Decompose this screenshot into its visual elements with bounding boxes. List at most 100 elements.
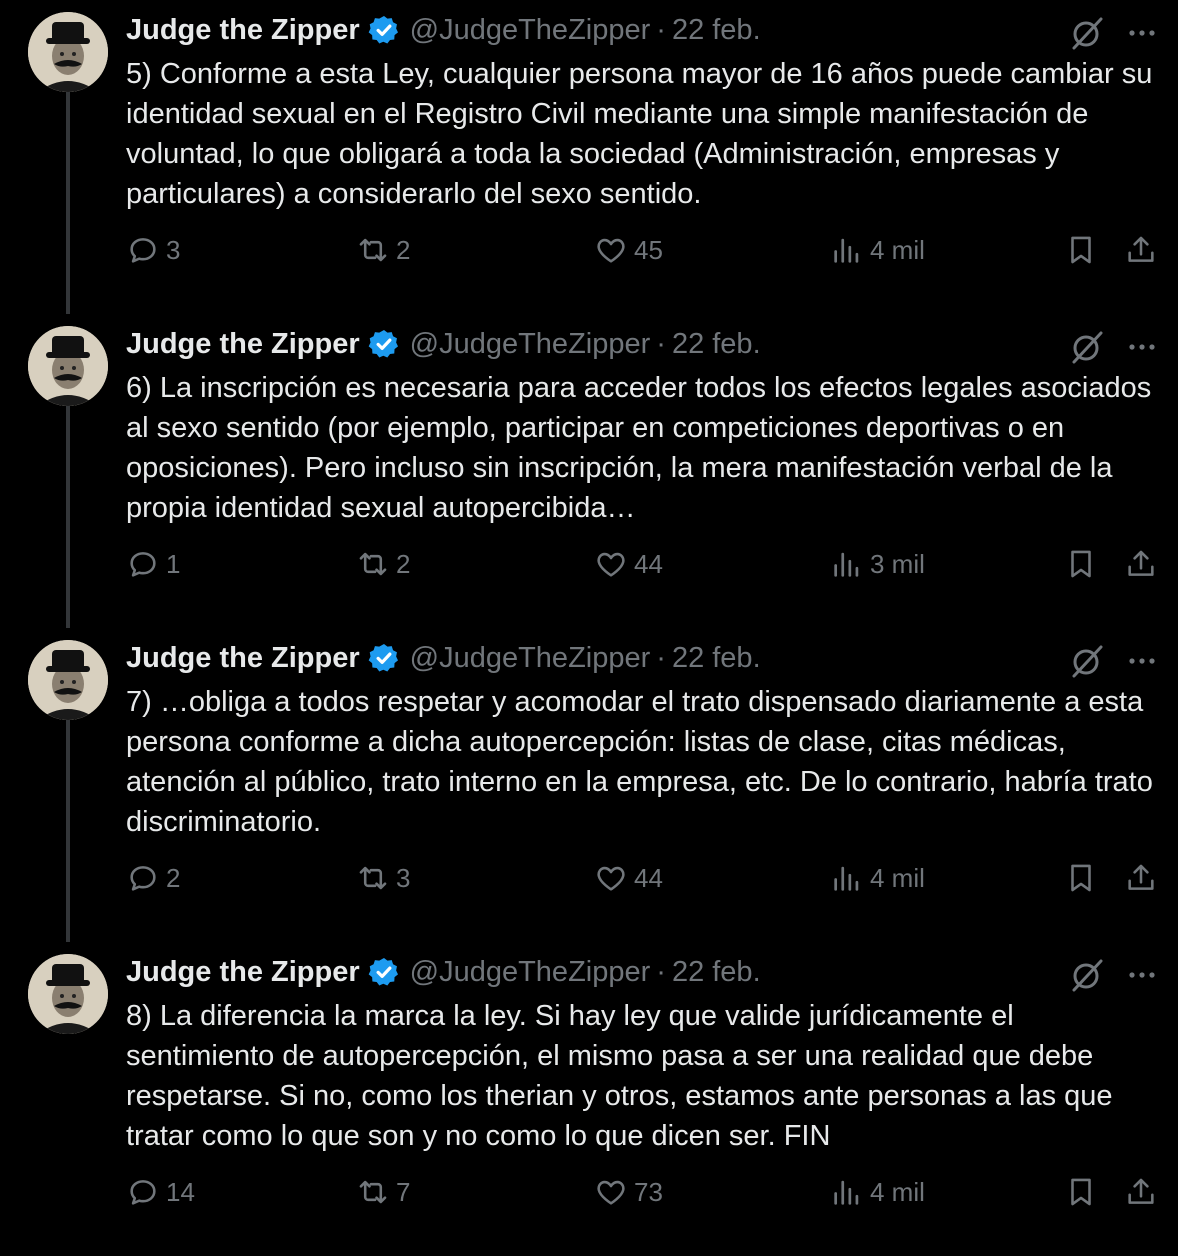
views-count: 4 mil: [870, 1176, 925, 1207]
separator: ·: [656, 955, 666, 988]
views-count: 4 mil: [870, 234, 925, 265]
like-icon: [597, 866, 625, 891]
retweet-count: 2: [396, 234, 411, 265]
verified-badge-icon: [368, 642, 400, 674]
verified-badge-icon: [368, 14, 400, 46]
tweet-date[interactable]: 22 feb.: [672, 956, 761, 989]
like-button[interactable]: 73: [594, 1170, 663, 1214]
bookmark-icon: [1071, 550, 1091, 578]
reply-button[interactable]: 14: [126, 1170, 195, 1214]
author-name[interactable]: Judge the Zipper: [126, 956, 360, 989]
bookmark-button[interactable]: [1064, 228, 1104, 272]
retweet-icon: [359, 1180, 387, 1204]
grok-icon[interactable]: [1068, 956, 1106, 994]
views-icon: [834, 866, 859, 891]
bookmark-button[interactable]: [1064, 1170, 1104, 1214]
author-handle[interactable]: @JudgeTheZipper: [410, 14, 651, 47]
avatar[interactable]: [28, 12, 108, 92]
reply-button[interactable]: 3: [126, 228, 180, 272]
avatar[interactable]: [28, 326, 108, 406]
more-icon[interactable]: [1124, 960, 1160, 990]
author-handle[interactable]: @JudgeTheZipper: [410, 328, 651, 361]
share-button[interactable]: [1124, 856, 1164, 900]
reply-icon: [130, 238, 156, 263]
more-icon[interactable]: [1124, 332, 1160, 362]
retweet-button[interactable]: 7: [356, 1170, 410, 1214]
reply-icon: [130, 552, 156, 577]
reply-count: 2: [166, 862, 181, 893]
grok-icon[interactable]: [1068, 328, 1106, 366]
author-handle[interactable]: @JudgeTheZipper: [410, 642, 651, 675]
thread-line: [66, 92, 70, 314]
views-icon: [834, 238, 859, 263]
tweet-actions: 2 3 44 4 mil: [0, 856, 1178, 900]
tweet-text: 5) Conforme a esta Ley, cualquier person…: [126, 58, 1153, 210]
like-button[interactable]: 45: [594, 228, 663, 272]
retweet-icon: [359, 238, 387, 262]
tweet[interactable]: Judge the Zipper @JudgeTheZipper · 22 fe…: [0, 0, 1178, 314]
reply-button[interactable]: 2: [126, 856, 180, 900]
more-icon[interactable]: [1124, 646, 1160, 676]
views-icon: [834, 1180, 859, 1205]
share-button[interactable]: [1124, 542, 1164, 586]
retweet-count: 3: [396, 862, 411, 893]
share-icon: [1128, 864, 1154, 890]
avatar[interactable]: [28, 640, 108, 720]
grok-icon[interactable]: [1068, 14, 1106, 52]
tweet-text: 8) La diferencia la marca la ley. Si hay…: [126, 1000, 1113, 1152]
avatar-portrait: [28, 954, 108, 1034]
tweet-text: 7) …obliga a todos respetar y acomodar e…: [126, 686, 1153, 838]
tweet-header: Judge the Zipper @JudgeTheZipper · 22 fe…: [126, 638, 761, 678]
share-icon: [1128, 550, 1154, 576]
thread-line: [66, 406, 70, 628]
separator: ·: [656, 13, 666, 46]
avatar-portrait: [28, 326, 108, 406]
bookmark-button[interactable]: [1064, 856, 1104, 900]
like-icon: [597, 238, 625, 263]
retweet-button[interactable]: 2: [356, 542, 410, 586]
tweet-header: Judge the Zipper @JudgeTheZipper · 22 fe…: [126, 324, 761, 364]
author-name[interactable]: Judge the Zipper: [126, 642, 360, 675]
retweet-count: 7: [396, 1176, 411, 1207]
tweet[interactable]: Judge the Zipper @JudgeTheZipper · 22 fe…: [0, 942, 1178, 1256]
like-count: 44: [634, 548, 663, 579]
views-button[interactable]: 4 mil: [830, 1170, 925, 1214]
like-button[interactable]: 44: [594, 542, 663, 586]
tweet[interactable]: Judge the Zipper @JudgeTheZipper · 22 fe…: [0, 314, 1178, 628]
tweet-header: Judge the Zipper @JudgeTheZipper · 22 fe…: [126, 10, 761, 50]
avatar[interactable]: [28, 954, 108, 1034]
views-button[interactable]: 4 mil: [830, 228, 925, 272]
separator: ·: [656, 641, 666, 674]
tweet[interactable]: Judge the Zipper @JudgeTheZipper · 22 fe…: [0, 628, 1178, 942]
author-handle[interactable]: @JudgeTheZipper: [410, 956, 651, 989]
retweet-button[interactable]: 2: [356, 228, 410, 272]
tweet-header: Judge the Zipper @JudgeTheZipper · 22 fe…: [126, 952, 761, 992]
tweet-actions: 14 7 73 4 mil: [0, 1170, 1178, 1214]
like-count: 73: [634, 1176, 663, 1207]
author-name[interactable]: Judge the Zipper: [126, 14, 360, 47]
reply-count: 14: [166, 1176, 195, 1207]
share-button[interactable]: [1124, 228, 1164, 272]
views-button[interactable]: 4 mil: [830, 856, 925, 900]
like-button[interactable]: 44: [594, 856, 663, 900]
retweet-button[interactable]: 3: [356, 856, 410, 900]
share-button[interactable]: [1124, 1170, 1164, 1214]
verified-badge-icon: [368, 956, 400, 988]
retweet-icon: [359, 866, 387, 890]
separator: ·: [656, 327, 666, 360]
like-icon: [597, 552, 625, 577]
reply-icon: [130, 866, 156, 891]
author-name[interactable]: Judge the Zipper: [126, 328, 360, 361]
more-icon[interactable]: [1124, 18, 1160, 48]
tweet-date[interactable]: 22 feb.: [672, 14, 761, 47]
reply-button[interactable]: 1: [126, 542, 180, 586]
grok-icon[interactable]: [1068, 642, 1106, 680]
tweet-date[interactable]: 22 feb.: [672, 642, 761, 675]
bookmark-button[interactable]: [1064, 542, 1104, 586]
tweet-text: 6) La inscripción es necesaria para acce…: [126, 372, 1152, 524]
tweet-date[interactable]: 22 feb.: [672, 328, 761, 361]
views-button[interactable]: 3 mil: [830, 542, 925, 586]
avatar-portrait: [28, 12, 108, 92]
views-count: 4 mil: [870, 862, 925, 893]
reply-count: 3: [166, 234, 181, 265]
